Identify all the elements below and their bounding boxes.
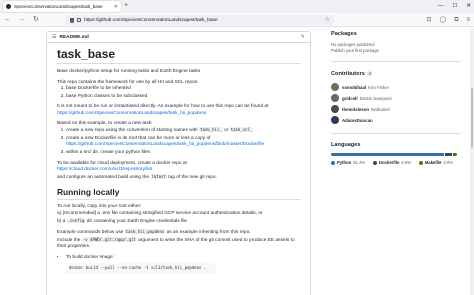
language-list: Python 91.4% Dockerfile 5.6% Makefile 3.0%	[331, 160, 461, 166]
browser-navbar: ← → ↻ https://github.com/SpeciesConserva…	[0, 13, 474, 27]
list-item: create a new repo using the convention o…	[66, 127, 301, 135]
contributor-item[interactable]: gridcell Dustin Sampson	[331, 93, 461, 103]
toolbar-icons: ⊡ ◯ ⧉ ≡	[426, 15, 470, 25]
code-task-scl: task_scl_	[229, 127, 254, 133]
list-item: create a new Dockerfile in its root that…	[66, 136, 301, 149]
based-text: Based on this example, to create a new t…	[57, 120, 153, 126]
framework-list: base Dockerfile to be inherited base Pyt…	[57, 86, 301, 100]
shield-icon[interactable]	[70, 17, 74, 23]
menu-icon[interactable]: ≡	[466, 15, 470, 25]
inherit-text: It is not meant to be run or instantiate…	[57, 104, 269, 116]
github-page: ☰ README.md ✎ task_base Base docker/pyth…	[0, 28, 474, 295]
back-icon[interactable]: ←	[4, 15, 11, 25]
close-icon[interactable]: ✕	[114, 4, 118, 10]
language-item[interactable]: Python 91.4%	[331, 160, 365, 166]
browser-tab[interactable]: SpeciesConservationLandscapes/task_base …	[3, 1, 121, 12]
reload-icon[interactable]: ↻	[33, 15, 39, 25]
avatar[interactable]	[331, 116, 339, 124]
steps-list: create a new repo using the convention o…	[57, 127, 301, 156]
code-latest: latest	[150, 173, 167, 179]
readme-panel: ☰ README.md ✎ task_base Base docker/pyth…	[46, 31, 311, 295]
running-option-b: b) a .config dir containing your Earth E…	[57, 217, 188, 224]
list-item: To build docker image: docker build --pu…	[66, 255, 301, 275]
language-name: Dockerfile	[379, 160, 400, 165]
github-icon	[6, 4, 11, 9]
build-command: docker build --pull --no-cache -t scl3/t…	[66, 263, 216, 275]
contributor-item[interactable]: AdamsDuncan	[331, 115, 461, 125]
tab-title: SpeciesConservationLandscapes/task_base	[14, 4, 103, 9]
contributors-title[interactable]: Contributors 4	[331, 70, 461, 78]
example-text: Example commands below use task_hii_popd…	[57, 229, 251, 236]
contributors-section: Contributors 4 ssmobihaal Kim Fisher gri…	[331, 70, 461, 134]
readme-body: task_base Base docker/python setup for r…	[47, 43, 310, 275]
maximize-icon[interactable]: ☐	[452, 1, 457, 11]
language-item[interactable]: Makefile 3.0%	[418, 160, 453, 166]
pencil-icon[interactable]: ✎	[301, 34, 305, 40]
intro-text: Base docker/python setup for running tas…	[57, 69, 201, 74]
url-text[interactable]: https://github.com/SpeciesConservationLa…	[84, 18, 218, 23]
url-bar[interactable]: https://github.com/SpeciesConservationLa…	[66, 15, 334, 25]
language-dot-icon	[331, 161, 335, 165]
language-name: Python	[337, 160, 352, 165]
contributor-item[interactable]: ssmobihaal Kim Fisher	[331, 82, 461, 92]
language-dot-icon	[373, 161, 378, 165]
contributor-item[interactable]: themitsleson Nathaniel	[331, 104, 461, 114]
code-task-hii: task_hii_	[199, 127, 223, 133]
language-percent: 91.4%	[353, 160, 366, 165]
repo-sidebar: Packages No packages published Publish y…	[331, 31, 461, 181]
window-controls: — ☐ ✕	[438, 1, 471, 11]
language-percent: 3.0%	[443, 160, 453, 165]
forward-icon[interactable]: →	[18, 15, 25, 25]
language-bar	[331, 153, 457, 156]
account-icon[interactable]: ◯	[439, 15, 446, 25]
build-list: To build docker image: docker build --pu…	[57, 255, 301, 275]
language-bar-segment	[445, 153, 453, 156]
avatar[interactable]	[331, 105, 339, 113]
readme-header: ☰ README.md ✎	[47, 32, 310, 43]
save-to-pocket-icon[interactable]: ⊡	[426, 15, 431, 25]
languages-section: Languages Python 91.4% Dockerfile 5.6% Makef…	[331, 142, 461, 173]
example-repo-link[interactable]: https://github.com/SpeciesConservationLa…	[57, 111, 206, 116]
running-option-a: a) [recommended] a .env file containing …	[57, 210, 263, 216]
language-bar-segment	[453, 153, 457, 156]
browser-tab-bar: SpeciesConservationLandscapes/task_base …	[0, 0, 474, 13]
readme-title: task_base	[57, 47, 301, 64]
language-item[interactable]: Dockerfile 5.6%	[373, 160, 411, 166]
lock-icon[interactable]	[77, 18, 81, 22]
publish-package-link[interactable]: Publish your first package	[331, 48, 461, 54]
window-close-icon[interactable]: ✕	[466, 1, 471, 11]
packages-section: Packages No packages published Publish y…	[331, 31, 461, 62]
packages-title[interactable]: Packages	[331, 31, 461, 38]
languages-title: Languages	[331, 142, 361, 148]
new-tab-icon[interactable]: +	[124, 2, 128, 10]
contributors-count: 4	[366, 70, 373, 77]
list-item: base Dockerfile to be inherited	[66, 86, 301, 93]
language-dot-icon	[418, 161, 423, 165]
page-scrollbar[interactable]	[470, 28, 474, 295]
bookmark-star-icon[interactable]: ☆	[325, 15, 330, 25]
running-intro: To run locally, copy into your root eith…	[57, 204, 142, 210]
list-item: within a src/ dir, create your python fi…	[66, 150, 301, 157]
avatar[interactable]	[331, 94, 339, 102]
deploy-text: To be available for cloud deployment, cr…	[57, 160, 217, 180]
avatar[interactable]	[331, 83, 339, 91]
language-bar-segment	[331, 153, 445, 156]
dockerfile-link[interactable]: https://github.com/SpeciesConservationLa…	[66, 142, 264, 147]
language-percent: 5.6%	[401, 160, 411, 165]
readme-filename: README.md	[59, 34, 89, 40]
language-name: Makefile	[424, 160, 442, 165]
include-text: Include the -v $PWD/.git:/app/.git argum…	[57, 236, 295, 250]
running-locally-heading: Running locally	[57, 187, 301, 201]
minimize-icon[interactable]: —	[438, 1, 444, 11]
scrollbar-thumb[interactable]	[471, 88, 473, 148]
list-item: base Python classes to be subclassed	[66, 94, 301, 101]
list-icon[interactable]: ☰	[52, 34, 56, 40]
extensions-icon[interactable]: ⧉	[454, 15, 458, 25]
docker-repo-link[interactable]: https://cloud.docker.com/u/scl3/reposito…	[57, 167, 152, 172]
